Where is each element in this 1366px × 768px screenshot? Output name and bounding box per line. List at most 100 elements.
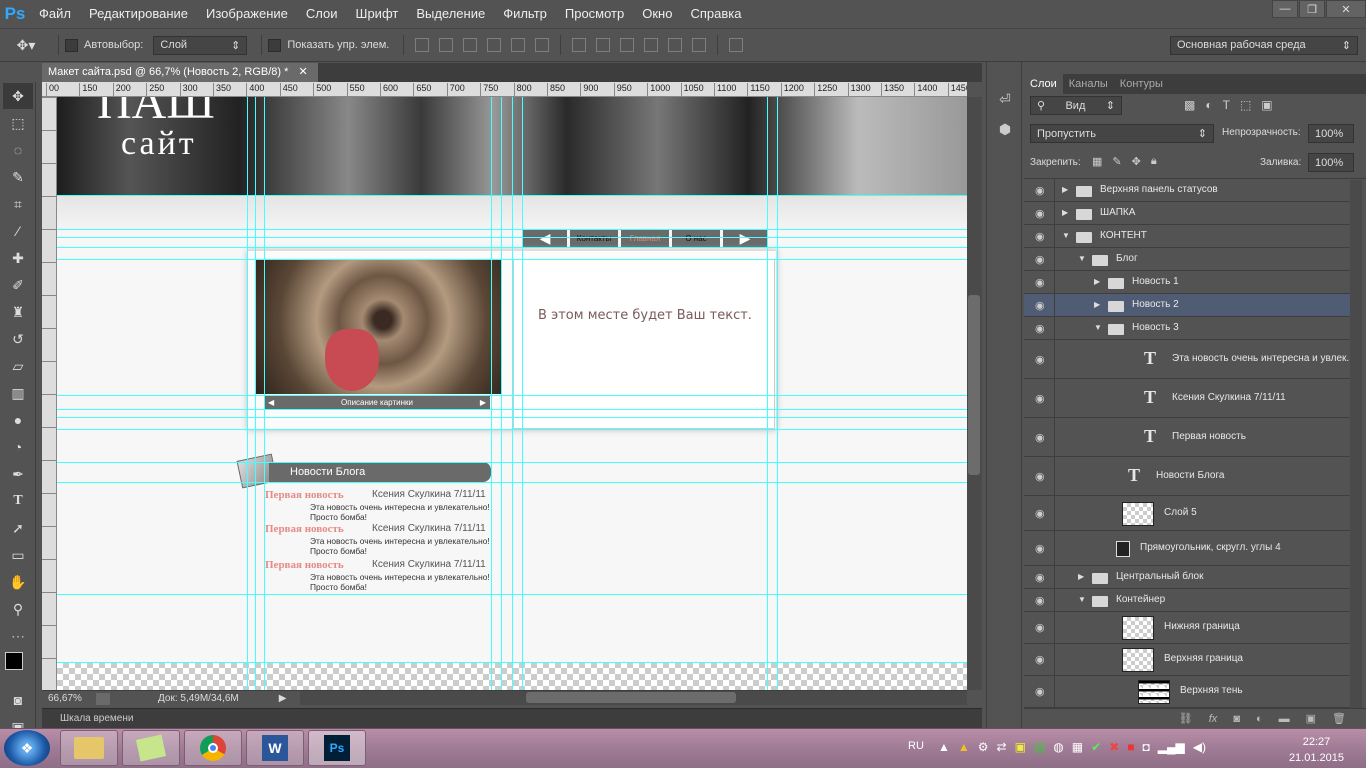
visibility-toggle[interactable]: ◉: [1024, 202, 1055, 224]
distribute-vcenter-icon[interactable]: [596, 38, 611, 52]
layer-row[interactable]: ◉ T Эта новость очень интересна и увлек...: [1024, 340, 1355, 379]
eye-icon[interactable]: ◉: [1035, 685, 1045, 698]
eye-icon[interactable]: ◉: [1035, 392, 1045, 405]
show-controls-checkbox[interactable]: [268, 38, 282, 52]
menu-filter[interactable]: Фильтр: [494, 0, 556, 28]
layer-row[interactable]: ◉ ▶ Новость 1: [1024, 271, 1352, 294]
menu-edit[interactable]: Редактирование: [80, 0, 197, 28]
new-layer-icon[interactable]: ▣: [1306, 712, 1316, 725]
align-bottom-icon[interactable]: [463, 38, 478, 52]
layer-row[interactable]: ◉ ▶ Верхняя панель статусов: [1024, 179, 1352, 202]
3d-panel-icon[interactable]: ⬢: [991, 116, 1019, 142]
tray-volume-icon[interactable]: ◀): [1193, 740, 1206, 754]
shape-tool-icon[interactable]: ▭: [3, 542, 33, 568]
tray-ati-icon[interactable]: ■: [1127, 740, 1134, 754]
layer-row[interactable]: ◉ Прямоугольник, скругл. углы 4: [1024, 531, 1352, 566]
guide-vertical[interactable]: [767, 97, 768, 690]
guide-horizontal[interactable]: [57, 395, 967, 396]
align-left-icon[interactable]: [487, 38, 502, 52]
distribute-left-icon[interactable]: [644, 38, 659, 52]
expand-triangle-icon[interactable]: ▶: [1078, 572, 1084, 581]
visibility-toggle[interactable]: ◉: [1024, 589, 1055, 611]
visibility-toggle[interactable]: ◉: [1024, 612, 1055, 643]
lock-pixels-icon[interactable]: ✎: [1112, 155, 1121, 168]
layer-row[interactable]: ◉ ▼ Блог: [1024, 248, 1352, 271]
visibility-toggle[interactable]: ◉: [1024, 294, 1055, 316]
eye-icon[interactable]: ◉: [1035, 571, 1045, 584]
document-canvas[interactable]: ПАШ сайт ◀ Контакты Главная О нас ▶ ◀ Оп…: [57, 97, 967, 690]
visibility-toggle[interactable]: ◉: [1024, 317, 1055, 339]
layer-row[interactable]: ◉ T Ксения Скулкина 7/11/11: [1024, 379, 1352, 418]
tray-check-icon[interactable]: ✔: [1091, 740, 1101, 754]
collapse-triangle-icon[interactable]: ▼: [1062, 231, 1070, 240]
healing-brush-tool-icon[interactable]: ✚: [3, 245, 33, 271]
chrome-button[interactable]: [184, 730, 242, 766]
move-tool-icon[interactable]: ✥: [3, 83, 33, 109]
layer-row[interactable]: ◉ ▶ ШАПКА: [1024, 202, 1352, 225]
move-tool-preset-icon[interactable]: ✥▾: [0, 37, 52, 54]
lock-transparency-icon[interactable]: ▦: [1092, 155, 1102, 168]
eye-icon[interactable]: ◉: [1035, 207, 1045, 220]
timeline-panel[interactable]: Шкала времени: [42, 708, 982, 728]
eye-icon[interactable]: ◉: [1035, 184, 1045, 197]
menu-file[interactable]: Файл: [30, 0, 80, 28]
gradient-tool-icon[interactable]: ▥: [3, 380, 33, 406]
document-tab[interactable]: Макет сайта.psd @ 66,7% (Новость 2, RGB/…: [42, 63, 318, 82]
collapse-triangle-icon[interactable]: ▼: [1094, 323, 1102, 332]
guide-vertical[interactable]: [491, 97, 492, 690]
layer-row[interactable]: ◉ ▼ Новость 3: [1024, 317, 1352, 340]
visibility-toggle[interactable]: ◉: [1024, 248, 1055, 270]
filter-adjust-icon[interactable]: ◐: [1205, 98, 1212, 112]
visibility-toggle[interactable]: ◉: [1024, 644, 1055, 675]
history-brush-tool-icon[interactable]: ↺: [3, 326, 33, 352]
layer-filter-dropdown[interactable]: ⚲ Вид ⇕: [1030, 96, 1122, 115]
visibility-toggle[interactable]: ◉: [1024, 496, 1055, 530]
guide-horizontal[interactable]: [57, 429, 967, 430]
new-group-icon[interactable]: ▬: [1279, 713, 1290, 725]
opacity-input[interactable]: 100%: [1308, 124, 1354, 143]
tray-app5-icon[interactable]: ▦: [1072, 740, 1083, 754]
guide-vertical[interactable]: [247, 97, 248, 690]
eye-icon[interactable]: ◉: [1035, 253, 1045, 266]
eyedropper-tool-icon[interactable]: ⁄: [3, 218, 33, 244]
filter-shape-icon[interactable]: ⬚: [1240, 98, 1251, 112]
guide-horizontal[interactable]: [57, 662, 967, 663]
menu-layer[interactable]: Слои: [297, 0, 347, 28]
expand-triangle-icon[interactable]: ▶: [1062, 185, 1068, 194]
guide-vertical[interactable]: [255, 97, 256, 690]
autoselect-dropdown[interactable]: Слой ⇕: [153, 35, 248, 55]
layer-row[interactable]: ◉ Нижняя граница: [1024, 612, 1352, 644]
tab-paths[interactable]: Контуры: [1114, 74, 1169, 94]
eye-icon[interactable]: ◉: [1035, 431, 1045, 444]
vertical-scroll-thumb[interactable]: [968, 295, 980, 475]
type-tool-icon[interactable]: T: [3, 488, 33, 514]
visibility-toggle[interactable]: ◉: [1024, 457, 1055, 495]
brush-tool-icon[interactable]: ✐: [3, 272, 33, 298]
close-button[interactable]: ✕: [1326, 0, 1366, 18]
add-mask-icon[interactable]: ◙: [1233, 713, 1240, 725]
lock-position-icon[interactable]: ✥: [1132, 155, 1141, 168]
guide-horizontal[interactable]: [57, 259, 967, 260]
guide-horizontal[interactable]: [57, 229, 967, 230]
eye-icon[interactable]: ◉: [1035, 353, 1045, 366]
layer-row[interactable]: ◉ ▼ Контейнер: [1024, 589, 1352, 612]
tray-network-icon[interactable]: ⇄: [997, 740, 1007, 754]
collapse-triangle-icon[interactable]: ▼: [1078, 595, 1086, 604]
layer-row[interactable]: ◉ Верхняя граница: [1024, 644, 1352, 676]
eye-icon[interactable]: ◉: [1035, 230, 1045, 243]
guide-horizontal[interactable]: [57, 462, 967, 463]
eye-icon[interactable]: ◉: [1035, 507, 1045, 520]
distribute-hcenter-icon[interactable]: [668, 38, 683, 52]
link-layers-icon[interactable]: ⛓: [1179, 712, 1193, 725]
eye-icon[interactable]: ◉: [1035, 621, 1045, 634]
guide-vertical[interactable]: [522, 97, 523, 690]
visibility-toggle[interactable]: ◉: [1024, 179, 1055, 201]
hand-tool-icon[interactable]: ✋: [3, 569, 33, 595]
layer-row[interactable]: ◉ Верхняя тень: [1024, 676, 1352, 708]
menu-help[interactable]: Справка: [681, 0, 750, 28]
visibility-toggle[interactable]: ◉: [1024, 271, 1055, 293]
tray-app4-icon[interactable]: ◍: [1053, 740, 1063, 754]
dodge-tool-icon[interactable]: ◔: [3, 434, 33, 460]
guide-horizontal[interactable]: [57, 417, 967, 418]
workspace-dropdown[interactable]: Основная рабочая среда ⇕: [1170, 35, 1358, 55]
